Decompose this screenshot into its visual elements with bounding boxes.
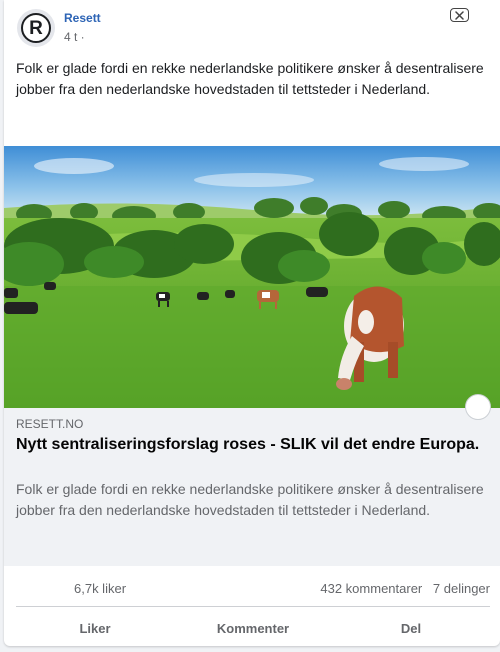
comment-button[interactable]: Kommenter [174, 607, 332, 645]
page-name-link[interactable]: Resett [64, 11, 101, 25]
engagement-stats: 6,7k liker 432 kommentarer 7 delinger [16, 566, 490, 607]
post-actions: Liker Kommenter Del [16, 607, 490, 645]
comment-share-counts: 432 kommentarer 7 delinger [313, 581, 490, 596]
save-link-button[interactable] [465, 394, 491, 420]
link-title[interactable]: Nytt sentraliseringsforslag roses - SLIK… [16, 435, 490, 455]
post-card: R Resett 4 t · Folk er glade fordi en re… [4, 0, 500, 646]
page-avatar[interactable]: R [17, 9, 55, 47]
close-button[interactable] [450, 8, 469, 22]
page-logo: R [21, 13, 51, 43]
post-header: R Resett 4 t · [4, 0, 500, 48]
link-preview-image[interactable] [4, 146, 500, 408]
like-count[interactable]: 6,7k liker [74, 581, 126, 596]
link-description: Folk er glade fordi en rekke nederlandsk… [16, 481, 484, 518]
post-text: Folk er glade fordi en rekke nederlandsk… [16, 60, 484, 97]
comment-count[interactable]: 432 kommentarer [320, 581, 422, 596]
like-button[interactable]: Liker [16, 607, 174, 645]
link-domain: RESETT.NO [16, 417, 84, 431]
share-count[interactable]: 7 delinger [433, 581, 490, 596]
post-timestamp[interactable]: 4 t · [64, 30, 85, 44]
link-preview[interactable]: RESETT.NO Nytt sentraliseringsforslag ro… [4, 408, 500, 566]
close-icon [455, 10, 464, 20]
share-button[interactable]: Del [332, 607, 490, 645]
